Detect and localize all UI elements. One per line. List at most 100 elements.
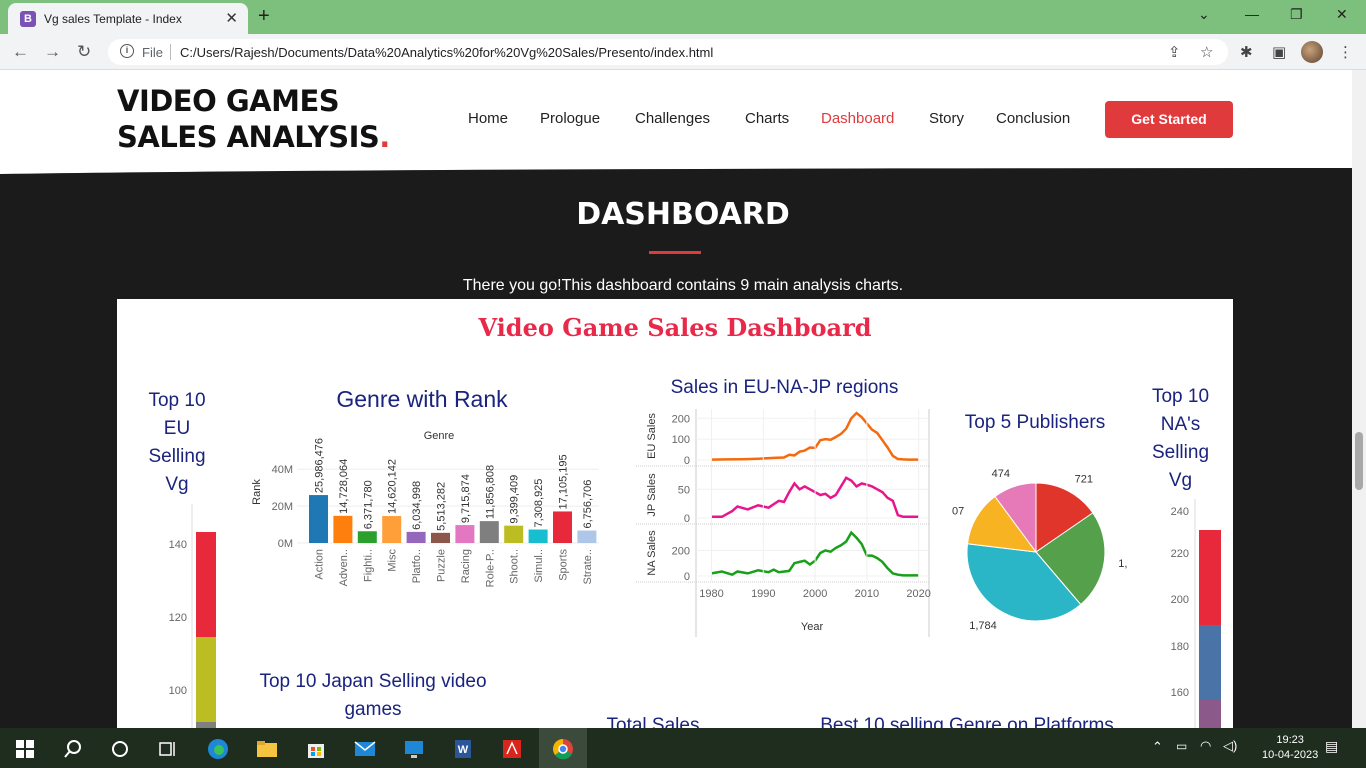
- genre-value-label: 6,034,998: [411, 481, 423, 530]
- share-icon[interactable]: ⇪: [1168, 43, 1181, 61]
- genre-value-label: 9,715,874: [460, 474, 472, 523]
- nav-prologue[interactable]: Prologue: [540, 110, 600, 127]
- battery-icon[interactable]: ▭: [1176, 739, 1187, 753]
- windows-start-icon[interactable]: [14, 738, 36, 760]
- genre-category-label: Misc: [387, 549, 399, 572]
- notifications-icon[interactable]: ▤: [1325, 738, 1338, 755]
- volume-icon[interactable]: ◁): [1223, 738, 1237, 754]
- remote-desktop-icon[interactable]: [403, 738, 425, 760]
- mail-icon[interactable]: [354, 738, 376, 760]
- region-y-tick: 50: [678, 484, 690, 496]
- nav-home[interactable]: Home: [468, 110, 508, 127]
- dashboard-embed[interactable]: Video Game Sales Dashboard Top 10 EU Sel…: [117, 299, 1233, 728]
- site-header: VIDEO GAMES SALES ANALYSIS. Home Prologu…: [0, 70, 1366, 167]
- site-logo[interactable]: VIDEO GAMES SALES ANALYSIS.: [117, 83, 437, 155]
- genre-bar[interactable]: [528, 529, 548, 543]
- task-view-icon[interactable]: [157, 738, 179, 760]
- japan-chart-title: Top 10 Japan Selling video games: [259, 671, 487, 720]
- genre-bar[interactable]: [577, 530, 597, 543]
- wifi-icon[interactable]: ◠: [1200, 738, 1211, 754]
- na-bar-segment[interactable]: [1199, 530, 1221, 625]
- eu-tick: 100: [169, 685, 187, 697]
- na-bar-segment[interactable]: [1199, 700, 1221, 728]
- regions-chart-title: Sales in EU-NA-JP regions: [670, 377, 899, 398]
- system-clock[interactable]: 19:23 10-04-2023: [1262, 733, 1318, 763]
- total-sales-title: Total Sales: [606, 715, 700, 728]
- acrobat-icon[interactable]: [501, 738, 523, 760]
- nav-story[interactable]: Story: [929, 110, 964, 127]
- bookmark-star-icon[interactable]: ☆: [1200, 43, 1213, 61]
- genre-bar[interactable]: [406, 531, 426, 543]
- na-bar-segment[interactable]: [1199, 625, 1221, 700]
- url-text[interactable]: C:/Users/Rajesh/Documents/Data%20Analyti…: [180, 45, 713, 60]
- clock-time: 19:23: [1276, 734, 1304, 746]
- genre-bar[interactable]: [504, 525, 524, 543]
- genre-value-label: 5,513,282: [436, 482, 448, 531]
- genre-bar[interactable]: [553, 511, 572, 543]
- nav-dashboard[interactable]: Dashboard: [821, 110, 894, 127]
- nav-challenges[interactable]: Challenges: [635, 110, 710, 127]
- tab-search-chevron-icon[interactable]: ⌄: [1198, 6, 1210, 23]
- search-icon[interactable]: [62, 738, 84, 760]
- region-x-tick: 2010: [855, 588, 879, 600]
- region-y-tick: 200: [672, 545, 690, 557]
- genre-bar[interactable]: [382, 516, 402, 543]
- tray-chevron-icon[interactable]: ⌃: [1152, 739, 1163, 755]
- new-tab-icon[interactable]: +: [258, 5, 270, 28]
- restore-icon[interactable]: ❐: [1290, 6, 1303, 23]
- minimize-icon[interactable]: —: [1245, 6, 1259, 22]
- section-title: DASHBOARD: [576, 197, 790, 232]
- genre-value-label: 7,308,925: [533, 479, 545, 528]
- genre-category-label: Adven..: [338, 549, 350, 586]
- genre-category-label: Simul..: [533, 549, 545, 583]
- address-bar[interactable]: i File C:/Users/Rajesh/Documents/Data%20…: [108, 39, 1228, 65]
- side-panel-icon[interactable]: ▣: [1272, 43, 1286, 61]
- genre-bar[interactable]: [309, 495, 328, 543]
- genre-value-label: 6,756,706: [582, 480, 594, 529]
- address-toolbar: ← → ↻ i File C:/Users/Rajesh/Documents/D…: [0, 34, 1366, 70]
- region-x-tick: 1980: [699, 588, 723, 600]
- get-started-button[interactable]: Get Started: [1105, 101, 1233, 138]
- reload-icon[interactable]: ↻: [77, 42, 91, 62]
- eu-chart-title: Top 10 EU Selling Vg: [148, 390, 206, 495]
- section-description: There you go!This dashboard contains 9 m…: [462, 277, 904, 294]
- genre-bar[interactable]: [479, 521, 499, 543]
- back-icon[interactable]: ←: [12, 42, 29, 62]
- browser-tab[interactable]: B Vg sales Template - Index ✕: [8, 3, 248, 34]
- genre-category-label: Action: [314, 549, 326, 580]
- file-explorer-icon[interactable]: [256, 738, 278, 760]
- pie-value-label: 1,093: [1118, 558, 1127, 570]
- forward-icon[interactable]: →: [44, 42, 61, 62]
- scrollbar-thumb[interactable]: [1355, 432, 1363, 490]
- na-bar-chart: 240 220 200 180 160: [1171, 499, 1221, 728]
- store-icon[interactable]: [305, 738, 327, 760]
- menu-kebab-icon[interactable]: ⋮: [1338, 43, 1353, 61]
- eu-bar-segment[interactable]: [196, 532, 216, 637]
- close-window-icon[interactable]: ✕: [1336, 6, 1348, 23]
- word-icon[interactable]: W: [452, 738, 474, 760]
- genre-value-label: 6,371,780: [362, 480, 374, 529]
- na-chart-title: Top 10 NA's Selling Vg: [1151, 386, 1210, 491]
- eu-tick: 140: [169, 539, 187, 551]
- genre-bar[interactable]: [333, 515, 353, 543]
- edge-icon[interactable]: [207, 738, 229, 760]
- chrome-taskbar-item[interactable]: [539, 728, 587, 768]
- divider: [170, 44, 171, 60]
- cortana-icon[interactable]: [109, 738, 131, 760]
- na-tick: 160: [1171, 687, 1189, 699]
- nav-charts[interactable]: Charts: [745, 110, 789, 127]
- genre-value-label: 14,620,142: [387, 459, 399, 514]
- site-info-icon[interactable]: i: [120, 44, 134, 58]
- close-tab-icon[interactable]: ✕: [225, 9, 238, 27]
- na-tick: 240: [1171, 506, 1189, 518]
- extensions-icon[interactable]: ✱: [1240, 43, 1253, 61]
- page-scrollbar[interactable]: [1352, 70, 1366, 728]
- profile-avatar[interactable]: [1301, 41, 1323, 63]
- genre-bar[interactable]: [431, 532, 450, 543]
- nav-conclusion[interactable]: Conclusion: [996, 110, 1070, 127]
- eu-bar-segment[interactable]: [196, 637, 216, 722]
- genre-bar[interactable]: [455, 525, 475, 543]
- genre-bar[interactable]: [357, 531, 377, 543]
- url-scheme: File: [142, 45, 163, 60]
- region-y-tick: 100: [672, 434, 690, 446]
